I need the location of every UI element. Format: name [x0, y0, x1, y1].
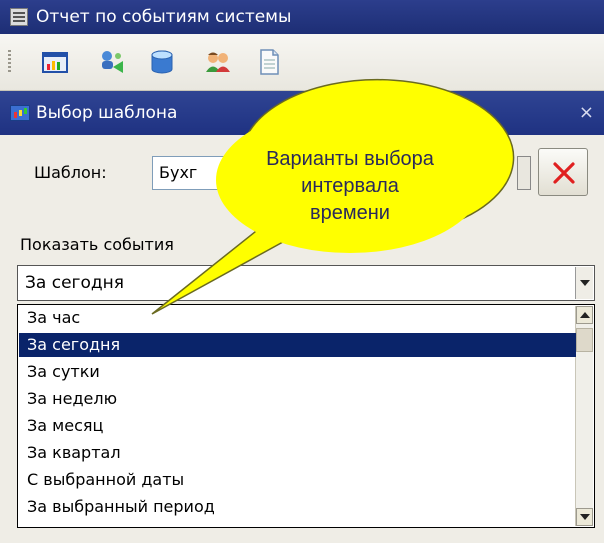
network-users-icon[interactable]: [96, 47, 126, 77]
scrollbar[interactable]: [575, 306, 593, 526]
document-icon[interactable]: [254, 47, 284, 77]
dialog-title-bar: Выбор шаблона ×: [0, 91, 604, 135]
chevron-down-icon[interactable]: [575, 267, 593, 299]
period-select[interactable]: За сегодня: [17, 265, 595, 301]
scroll-thumb[interactable]: [576, 328, 593, 352]
toolbar-grip-icon[interactable]: [8, 50, 11, 74]
dialog-title: Выбор шаблона: [36, 103, 178, 123]
close-icon[interactable]: ×: [579, 91, 594, 135]
delete-template-button[interactable]: [538, 148, 588, 196]
dropdown-option[interactable]: За час: [19, 306, 576, 330]
scroll-down-icon[interactable]: [576, 508, 593, 526]
period-dropdown-list: За час За сегодня За сутки За неделю За меся…: [17, 304, 595, 528]
period-select-value: За сегодня: [25, 273, 124, 293]
template-dropdown-button[interactable]: [517, 156, 531, 190]
dropdown-option[interactable]: За неделю: [19, 387, 576, 411]
template-select[interactable]: Бухг: [152, 156, 238, 190]
database-icon[interactable]: [147, 47, 177, 77]
dropdown-option[interactable]: За сегодня: [19, 333, 576, 357]
dropdown-option[interactable]: За месяц: [19, 414, 576, 438]
delete-x-icon: [553, 162, 575, 184]
dropdown-option[interactable]: За выбранный период: [19, 495, 576, 519]
callout-line: Варианты выбора: [266, 148, 434, 170]
scroll-up-icon[interactable]: [576, 306, 593, 324]
show-events-label: Показать события: [20, 235, 174, 254]
toolbar: [0, 34, 604, 91]
users-icon[interactable]: [203, 47, 233, 77]
dropdown-option[interactable]: За квартал: [19, 441, 576, 465]
dropdown-option[interactable]: С выбранной даты: [19, 468, 576, 492]
callout-line: времени: [310, 202, 390, 224]
report-app-icon: [10, 8, 28, 26]
callout-line: интервала: [301, 175, 399, 197]
chart-icon[interactable]: [40, 47, 70, 77]
template-label: Шаблон:: [34, 163, 107, 182]
dropdown-option[interactable]: За сутки: [19, 360, 576, 384]
window-title: Отчет по событиям системы: [36, 7, 292, 27]
template-dialog-icon: [10, 105, 30, 121]
callout-text: Варианты выбора интервала времени: [228, 146, 472, 227]
window-title-bar: Отчет по событиям системы: [0, 0, 604, 34]
